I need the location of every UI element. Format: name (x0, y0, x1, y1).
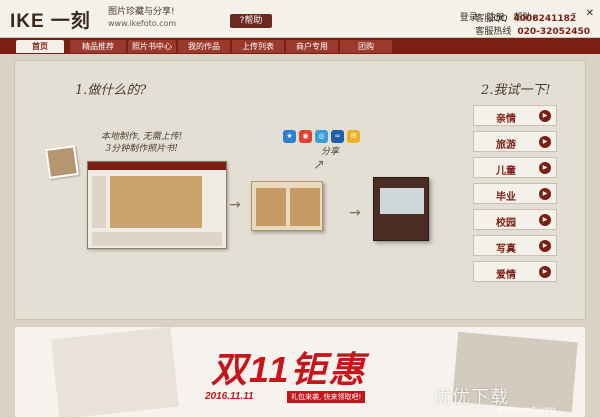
weibo-icon[interactable]: ◉ (299, 130, 312, 143)
promo-title: 双11钜惠 (211, 349, 367, 390)
category-campus[interactable]: 校园 ▶ (473, 209, 557, 230)
category-love[interactable]: 爱情 ▶ (473, 261, 557, 282)
play-icon: ▶ (539, 110, 551, 122)
photo-stack-image (45, 145, 79, 179)
tab-featured[interactable]: 精品推荐 (70, 40, 126, 53)
tab-merchant[interactable]: 商户专用 (286, 40, 338, 53)
promo-banner[interactable]: 双11钜惠 2016.11.11 礼包来袭, 快来领取吧! 优优下载 www.y… (14, 326, 586, 418)
category-label: 校园 (496, 218, 516, 229)
category-label: 亲情 (496, 114, 516, 125)
play-icon: ▶ (539, 162, 551, 174)
step1-title: 1.做什么的? (75, 83, 147, 98)
play-icon: ▶ (539, 188, 551, 200)
play-icon: ▶ (539, 266, 551, 278)
watermark-url: www.yyxt.com (497, 405, 556, 414)
help-button[interactable]: ?帮助 (230, 14, 272, 28)
tab-my-works[interactable]: 我的作品 (178, 40, 230, 53)
arrow-right-icon-2: → (349, 205, 361, 221)
slogan: 图片珍藏与分享! www.ikefoto.com (108, 7, 176, 29)
tencent-icon[interactable]: ◎ (315, 130, 328, 143)
main-panel: 1.做什么的? 2.我试一下! 本地制作, 无需上传! 3分钟制作照片书! ★ ◉… (14, 60, 586, 320)
ike-logo: IKE 一刻 (10, 6, 91, 33)
category-label: 毕业 (496, 192, 516, 203)
category-list: 亲情 ▶ 旅游 ▶ 儿童 ▶ 毕业 ▶ 校园 ▶ 写真 ▶ 爱情 ▶ (473, 105, 557, 287)
qq-number: 4008241182 (513, 14, 577, 24)
share-icons: ★ ◉ ◎ ∞ ✉ (283, 123, 363, 143)
step2-title: 2.我试一下! (481, 83, 551, 98)
play-icon: ▶ (539, 240, 551, 252)
banner-photo-left (51, 327, 179, 417)
logo-cn: 一刻 (50, 11, 91, 32)
category-label: 写真 (496, 244, 516, 255)
main-nav: 首页 精品推荐 照片书中心 我的作品 上传列表 商户专用 团购 (0, 38, 600, 54)
slogan-text: 图片珍藏与分享! (108, 7, 175, 17)
promo-tag: 礼包来袭, 快来领取吧! (287, 391, 366, 403)
hotline-label: 客服热线 (475, 27, 512, 37)
share-label: 分享 (321, 147, 340, 157)
mail-icon[interactable]: ✉ (347, 130, 360, 143)
editor-preview-image (87, 161, 227, 249)
category-portrait[interactable]: 写真 ▶ (473, 235, 557, 256)
arrow-right-icon: → (229, 197, 241, 213)
tab-home[interactable]: 首页 (16, 40, 64, 53)
contact-info: 客服QQ 4008241182 客服热线 020-32052450 (475, 13, 590, 39)
category-children[interactable]: 儿童 ▶ (473, 157, 557, 178)
hint-text: 本地制作, 无需上传! 3分钟制作照片书! (101, 131, 182, 155)
category-family[interactable]: 亲情 ▶ (473, 105, 557, 126)
tab-photobook-center[interactable]: 照片书中心 (128, 40, 176, 53)
play-icon: ▶ (539, 136, 551, 148)
play-icon: ▶ (539, 214, 551, 226)
hotline-number: 020-32052450 (517, 27, 590, 37)
site-url: www.ikefoto.com (108, 19, 177, 28)
hint-line1: 本地制作, 无需上传! (101, 132, 183, 142)
renren-icon[interactable]: ∞ (331, 130, 344, 143)
closed-photobook-image (373, 177, 429, 241)
promo-date: 2016.11.11 (205, 391, 254, 402)
hint-line2: 3分钟制作照片书! (105, 144, 178, 154)
category-label: 爱情 (496, 270, 516, 281)
category-label: 儿童 (496, 166, 516, 177)
category-label: 旅游 (496, 140, 516, 151)
open-photobook-image (251, 181, 323, 231)
arrow-up-icon: ↗ (313, 157, 325, 173)
category-graduation[interactable]: 毕业 ▶ (473, 183, 557, 204)
category-travel[interactable]: 旅游 ▶ (473, 131, 557, 152)
qzone-icon[interactable]: ★ (283, 130, 296, 143)
qq-label: 客服QQ (475, 14, 508, 24)
tab-upload-list[interactable]: 上传列表 (232, 40, 284, 53)
logo-latin: IKE (10, 11, 45, 32)
tab-group-buy[interactable]: 团购 (340, 40, 392, 53)
app-header: IKE 一刻 图片珍藏与分享! www.ikefoto.com ?帮助 登录 注册… (0, 0, 600, 38)
